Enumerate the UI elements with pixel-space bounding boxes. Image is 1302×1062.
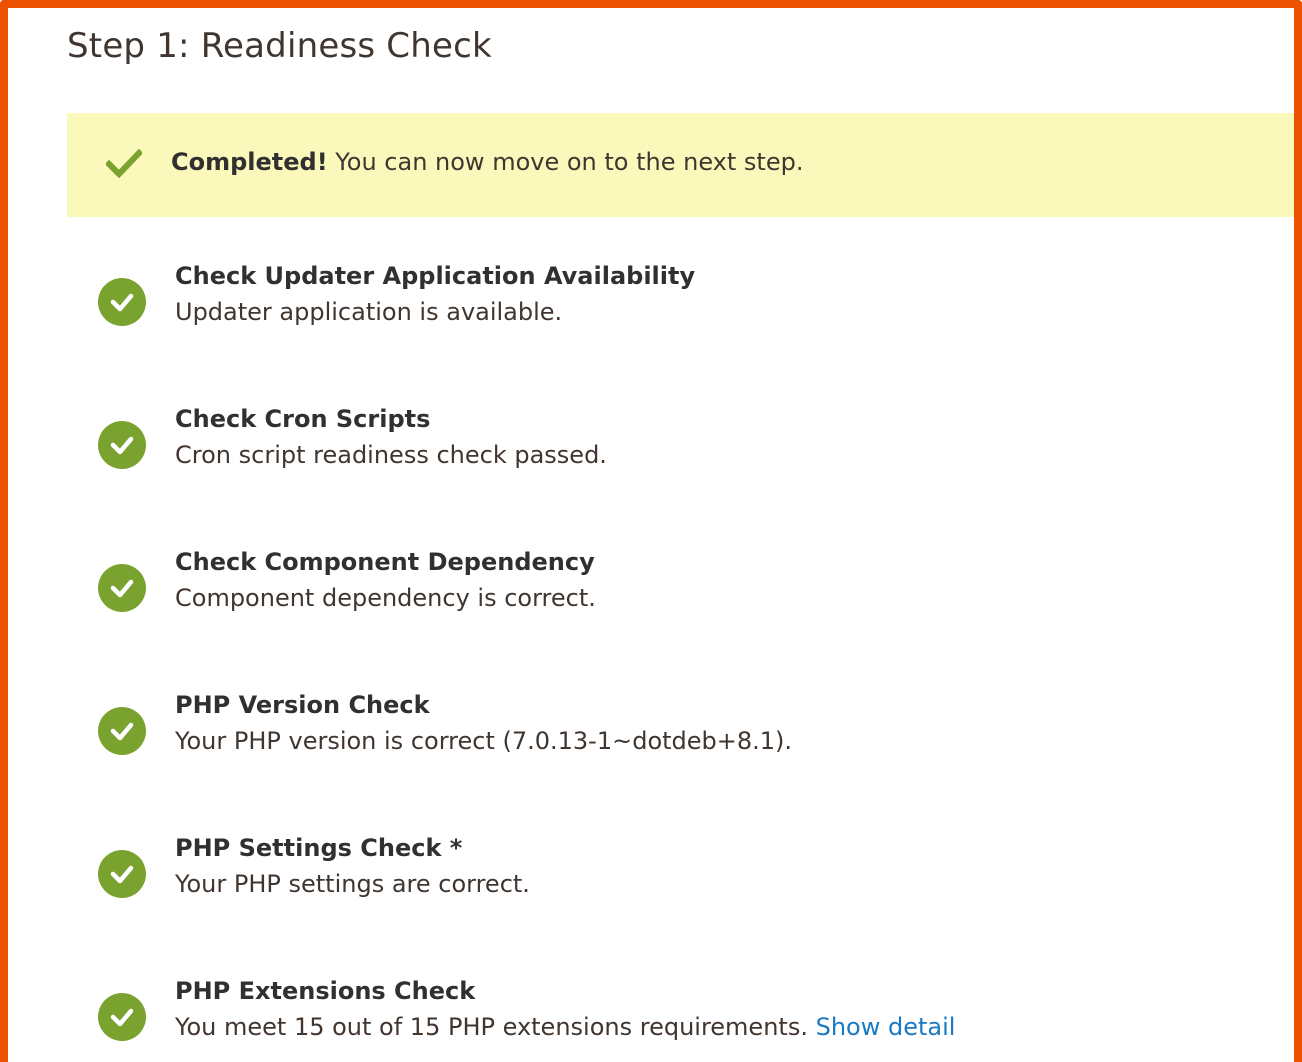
check-item-dependency: Check Component Dependency Component dep… bbox=[98, 548, 1198, 654]
banner-text: You can now move on to the next step. bbox=[327, 148, 804, 176]
check-circle-icon bbox=[98, 850, 146, 898]
check-item-php-extensions: PHP Extensions Check You meet 15 out of … bbox=[98, 977, 1198, 1062]
check-circle-icon bbox=[98, 421, 146, 469]
check-title: PHP Settings Check * bbox=[175, 834, 463, 862]
banner-message: Completed! You can now move on to the ne… bbox=[171, 148, 803, 176]
check-item-php-settings: PHP Settings Check * Your PHP settings a… bbox=[98, 834, 1198, 940]
page-title: Step 1: Readiness Check bbox=[67, 26, 492, 66]
check-title: Check Cron Scripts bbox=[175, 405, 431, 433]
checkmark-icon bbox=[104, 148, 144, 179]
check-desc: Component dependency is correct. bbox=[175, 584, 596, 612]
check-title: Check Updater Application Availability bbox=[175, 262, 696, 290]
check-circle-icon bbox=[98, 564, 146, 612]
check-desc: Updater application is available. bbox=[175, 298, 563, 326]
check-desc: Cron script readiness check passed. bbox=[175, 441, 607, 469]
check-title: PHP Version Check bbox=[175, 691, 430, 719]
check-circle-icon bbox=[98, 707, 146, 755]
show-detail-link[interactable]: Show detail bbox=[816, 1013, 956, 1041]
check-item-updater: Check Updater Application Availability U… bbox=[98, 262, 1198, 368]
check-desc: Your PHP version is correct (7.0.13-1~do… bbox=[175, 727, 793, 755]
check-title: Check Component Dependency bbox=[175, 548, 595, 576]
check-desc-wrap: You meet 15 out of 15 PHP extensions req… bbox=[175, 1013, 955, 1041]
check-desc: Your PHP settings are correct. bbox=[175, 870, 530, 898]
check-circle-icon bbox=[98, 278, 146, 326]
check-desc: You meet 15 out of 15 PHP extensions req… bbox=[175, 1013, 816, 1041]
check-item-php-version: PHP Version Check Your PHP version is co… bbox=[98, 691, 1198, 797]
check-item-cron: Check Cron Scripts Cron script readiness… bbox=[98, 405, 1198, 511]
check-circle-icon bbox=[98, 993, 146, 1041]
check-title: PHP Extensions Check bbox=[175, 977, 476, 1005]
banner-strong: Completed! bbox=[171, 148, 328, 176]
